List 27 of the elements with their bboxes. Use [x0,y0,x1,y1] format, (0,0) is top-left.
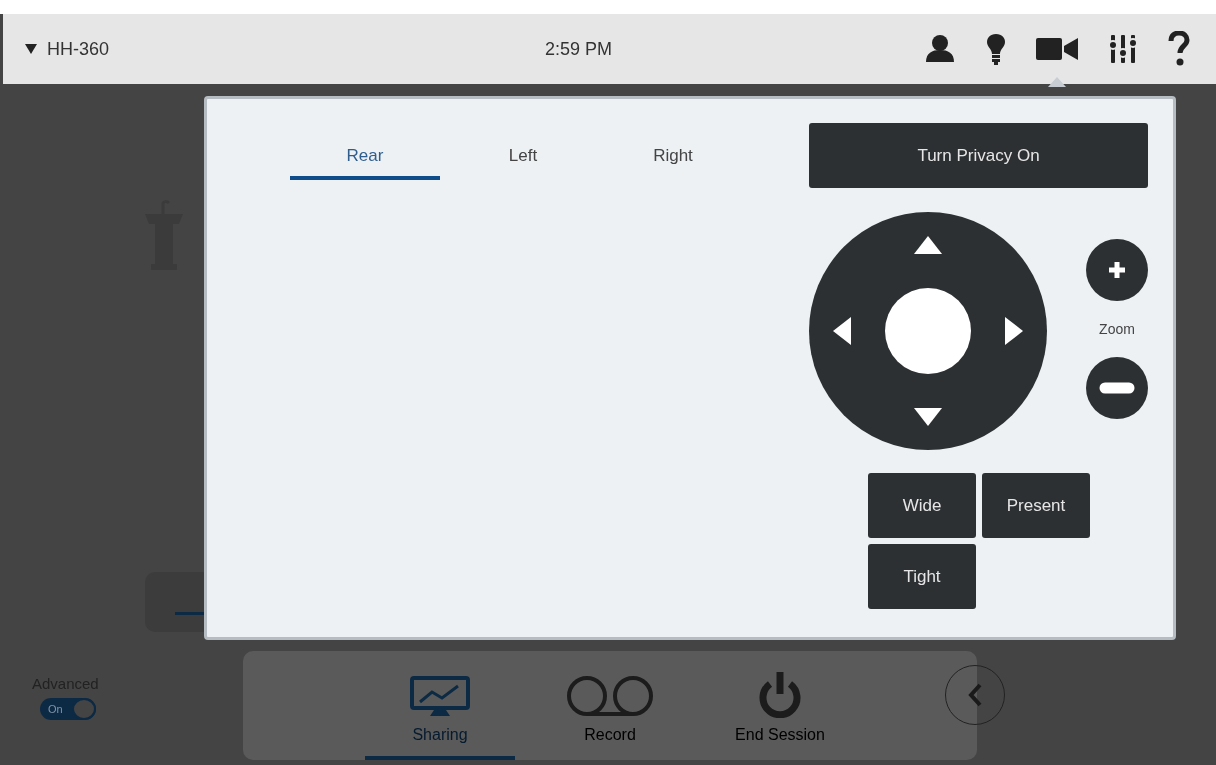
camera-tab[interactable]: Right [606,140,740,180]
arrow-down-icon[interactable] [914,408,942,426]
dropdown-triangle-icon[interactable] [25,44,37,54]
advanced-toggle[interactable]: On [40,698,96,720]
chevron-left-icon [967,682,983,708]
camera-tab[interactable]: Rear [290,140,440,180]
device-name[interactable]: HH-360 [47,38,110,60]
privacy-button[interactable]: Turn Privacy On [809,123,1148,188]
arrow-left-icon[interactable] [833,317,851,345]
minus-icon [1099,382,1135,394]
help-icon[interactable] [1168,31,1190,67]
video-camera-icon[interactable] [1036,37,1078,61]
monitor-chart-icon [410,676,470,718]
power-icon [758,672,802,718]
lightbulb-icon[interactable] [986,33,1006,65]
camera-tab[interactable]: Left [456,140,590,180]
person-icon[interactable] [924,34,956,64]
voicemail-icon [565,676,655,718]
sliders-icon[interactable] [1108,33,1138,65]
preset-button[interactable]: Present [982,473,1090,538]
plus-icon [1107,260,1127,280]
arrow-right-icon[interactable] [1005,317,1023,345]
preset-button[interactable]: Tight [868,544,976,609]
arrow-up-icon[interactable] [914,236,942,254]
preset-button[interactable]: Wide [868,473,976,538]
clock-time: 2:59 PM [545,38,614,60]
zoom-label: Zoom [1099,321,1135,337]
